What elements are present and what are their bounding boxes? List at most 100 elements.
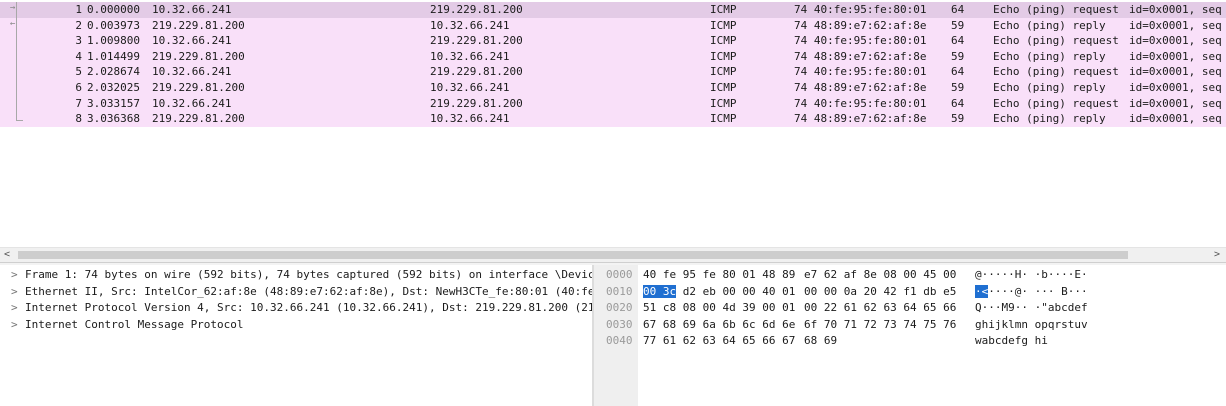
ascii-bytes[interactable]: ·<····@· ··· B···	[975, 283, 1088, 300]
packet-cell-dst: 10.32.66.241	[430, 18, 510, 32]
packet-cell-info2: id=0x0001, seq	[1129, 96, 1222, 110]
packet-cell-proto: ICMP	[710, 96, 737, 110]
packet-row[interactable]: 5 2.028674 10.32.66.241 219.229.81.200 ICMP 7…	[0, 64, 1226, 80]
packet-cell-info: Echo (ping) request	[993, 3, 1119, 16]
packet-cell-no: 3	[75, 34, 82, 48]
hex-bytes-group-1[interactable]: 51 c8 08 00 4d 39 00 01	[643, 299, 795, 316]
packet-cell-info: Echo (ping) request	[993, 34, 1119, 48]
packet-cell-info2: id=0x0001, seq	[1129, 18, 1222, 32]
detail-tree-item[interactable]: > Ethernet II, Src: IntelCor_62:af:8e (48…	[0, 283, 592, 300]
packet-cell-info2: id=0x0001, seq	[1129, 49, 1222, 63]
scroll-right-arrow-icon[interactable]: >	[1214, 248, 1220, 262]
packet-cell-time: 1.014499	[87, 49, 140, 63]
packet-cell-proto: ICMP	[710, 112, 737, 126]
expand-caret-icon[interactable]: >	[11, 299, 18, 316]
packet-cell-proto: ICMP	[710, 65, 737, 79]
byte-offset: 0040	[606, 334, 633, 348]
hex-bytes-group-1[interactable]: 40 fe 95 fe 80 01 48 89	[643, 266, 795, 283]
byte-offset: 0000	[606, 268, 633, 281]
packet-cell-time: 2.028674	[87, 65, 140, 79]
packet-cell-info: Echo (ping) reply	[993, 81, 1106, 94]
packet-row[interactable]: 7 3.033157 10.32.66.241 219.229.81.200 ICMP 7…	[0, 95, 1226, 112]
packet-cell-time: 3.033157	[87, 96, 140, 110]
packet-row[interactable]: 3 1.009800 10.32.66.241 219.229.81.200 ICMP 7…	[0, 33, 1226, 49]
packet-cell-info: Echo (ping) request	[993, 65, 1119, 79]
hex-bytes-group-2[interactable]: 00 00 0a 20 42 f1 db e5	[804, 283, 956, 300]
packet-cell-time: 0.003973	[87, 18, 140, 32]
expand-caret-icon[interactable]: >	[11, 283, 18, 300]
hex-bytes-group-1[interactable]: 77 61 62 63 64 65 66 67	[643, 332, 795, 349]
packet-cell-info: Echo (ping) reply	[993, 49, 1106, 63]
packet-cell-dst: 219.229.81.200	[430, 96, 523, 110]
packet-row[interactable]: 2 0.003973 219.229.81.200 10.32.66.241 ICMP 7…	[0, 17, 1226, 34]
hex-bytes-group-2[interactable]: 6f 70 71 72 73 74 75 76	[804, 316, 956, 333]
hex-bytes-group-2[interactable]: 68 69	[804, 332, 837, 349]
packet-row[interactable]: 8 3.036368 219.229.81.200 10.32.66.241 ICMP 7…	[0, 111, 1226, 127]
packet-cell-time: 0.000000	[87, 3, 140, 16]
packet-cell-l2: 64	[951, 65, 965, 79]
ascii-bytes[interactable]: ghijklmn opqrstuv	[975, 316, 1088, 333]
bytes-row: 0030 67 68 69 6a 6b 6c 6d 6e 6f 70 71 72 7…	[594, 316, 1226, 333]
packet-cell-proto: ICMP	[710, 18, 737, 32]
packet-list-hscrollbar[interactable]: < >	[0, 247, 1226, 262]
packet-cell-src: 10.32.66.241	[152, 3, 232, 16]
packet-cell-proto: ICMP	[710, 34, 737, 48]
packet-cell-dst: 219.229.81.200	[430, 65, 523, 79]
packet-cell-info2: id=0x0001, seq	[1129, 34, 1222, 48]
selected-ascii-bytes[interactable]: ·<	[975, 284, 989, 298]
packet-cell-l2: 64	[951, 34, 965, 48]
packet-row[interactable]: 4 1.014499 219.229.81.200 10.32.66.241 ICMP 7…	[0, 48, 1226, 65]
packet-row[interactable]: 6 2.032025 219.229.81.200 10.32.66.241 ICMP 7…	[0, 80, 1226, 96]
selected-hex-bytes[interactable]: 00 3c	[643, 284, 677, 298]
packet-cell-l2: 64	[951, 96, 965, 110]
packet-cell-no: 2	[75, 18, 82, 32]
hex-bytes-group-2[interactable]: e7 62 af 8e 08 00 45 00	[804, 266, 956, 283]
ascii-bytes[interactable]: @·····H· ·b····E·	[975, 266, 1088, 283]
ascii-bytes[interactable]: wabcdefg hi	[975, 332, 1048, 349]
scroll-left-arrow-icon[interactable]: <	[4, 248, 10, 262]
conversation-tree-end	[16, 120, 23, 121]
hex-bytes-group-1[interactable]: 67 68 69 6a 6b 6c 6d 6e	[643, 316, 795, 333]
expand-caret-icon[interactable]: >	[11, 316, 18, 333]
packet-bytes-pane: 0000 40 fe 95 fe 80 01 48 89 e7 62 af 8e 0…	[594, 265, 1226, 406]
packet-cell-info: Echo (ping) reply	[993, 112, 1106, 126]
packet-cell-l2: 64	[951, 3, 965, 16]
packet-cell-no: 4	[75, 49, 82, 63]
reply-arrow-icon: ←	[10, 19, 16, 29]
packet-cell-time: 2.032025	[87, 81, 140, 94]
packet-cell-no: 5	[75, 65, 82, 79]
ascii-bytes[interactable]: Q···M9·· ·"abcdef	[975, 299, 1088, 316]
byte-offset: 0020	[606, 301, 633, 315]
packet-cell-len: 74 48:89:e7:62:af:8e	[794, 81, 927, 94]
hex-bytes-rest[interactable]: d2 eb 00 00 40 01	[676, 285, 796, 298]
packet-row[interactable]: 1 0.000000 10.32.66.241 219.229.81.200 ICMP 7…	[0, 2, 1226, 18]
detail-tree-label: Ethernet II, Src: IntelCor_62:af:8e (48:…	[25, 284, 592, 298]
detail-tree-label: Internet Control Message Protocol	[25, 317, 244, 331]
detail-tree-label: Internet Protocol Version 4, Src: 10.32.…	[25, 301, 592, 315]
packet-cell-info: Echo (ping) reply	[993, 18, 1106, 32]
detail-tree-item[interactable]: > Internet Protocol Version 4, Src: 10.32…	[0, 299, 592, 316]
packet-cell-info2: id=0x0001, seq	[1129, 112, 1222, 126]
packet-cell-no: 7	[75, 96, 82, 110]
packet-cell-time: 3.036368	[87, 112, 140, 126]
packet-cell-info2: id=0x0001, seq	[1129, 65, 1222, 79]
detail-tree-item[interactable]: > Frame 1: 74 bytes on wire (592 bits), 7…	[0, 266, 592, 283]
packet-cell-l2: 59	[951, 18, 965, 32]
hex-bytes-group-2[interactable]: 00 22 61 62 63 64 65 66	[804, 299, 956, 316]
packet-cell-proto: ICMP	[710, 81, 737, 94]
bytes-row: 0010 00 3c d2 eb 00 00 40 01 00 00 0a 20 4…	[594, 283, 1226, 300]
packet-details-pane: > Frame 1: 74 bytes on wire (592 bits), 7…	[0, 265, 592, 406]
packet-cell-len: 74 40:fe:95:fe:80:01	[794, 3, 927, 16]
byte-offset: 0010	[606, 284, 633, 298]
scroll-thumb[interactable]	[18, 251, 1128, 259]
expand-caret-icon[interactable]: >	[11, 266, 18, 283]
packet-cell-info2: id=0x0001, seq	[1129, 81, 1222, 94]
packet-cell-l2: 59	[951, 81, 965, 94]
packet-cell-time: 1.009800	[87, 34, 140, 48]
request-arrow-icon: →	[10, 3, 16, 13]
packet-list: 1 0.000000 10.32.66.241 219.229.81.200 ICMP 7…	[0, 0, 1226, 247]
ascii-bytes-rest[interactable]: ····@· ··· B···	[988, 285, 1087, 298]
packet-cell-l2: 59	[951, 112, 965, 126]
detail-tree-item[interactable]: > Internet Control Message Protocol	[0, 316, 592, 333]
hex-bytes-group-1[interactable]: 00 3c d2 eb 00 00 40 01	[643, 283, 795, 300]
